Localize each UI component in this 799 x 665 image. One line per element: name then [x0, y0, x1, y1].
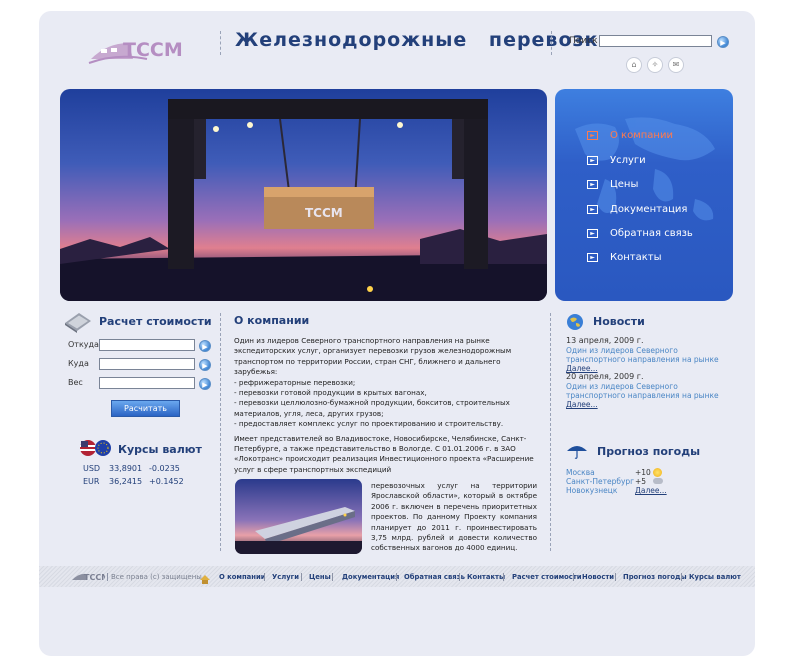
svg-text:TCCM: TCCM	[305, 206, 343, 220]
footer-link-about[interactable]: О компании	[219, 573, 266, 581]
footer-link-services[interactable]: Услуги	[272, 573, 299, 581]
footer-link-calc[interactable]: Расчет стоимости	[512, 573, 582, 581]
arrow-right-icon: ►	[587, 228, 598, 238]
search-label: Поиск	[569, 36, 598, 46]
train-photo	[235, 479, 362, 554]
about-text-continued: перевозочных услуг на территории Ярослав…	[371, 481, 537, 553]
calc-to-label: Куда	[68, 359, 89, 368]
footer-link-prices[interactable]: Цены	[309, 573, 331, 581]
footer-logo[interactable]: TCCM	[71, 569, 109, 583]
about-text: Один из лидеров Северного транспортного …	[234, 336, 534, 474]
hero-image: TCCM	[60, 89, 547, 301]
footer-separator	[396, 573, 397, 581]
calc-title: Расчет стоимости	[99, 315, 212, 328]
rates-title: Курсы валют	[118, 443, 202, 456]
calculator-icon	[63, 311, 93, 333]
footer-separator	[503, 573, 504, 581]
column-divider-right	[550, 313, 551, 551]
calculate-button[interactable]: Расчитать	[111, 400, 180, 417]
sun-icon	[653, 468, 662, 477]
weather-temp: +5	[635, 477, 647, 486]
about-title: О компании	[234, 314, 310, 327]
main-nav-panel	[555, 89, 733, 301]
news-more-link[interactable]: Далее...	[566, 400, 598, 409]
weather-more-link[interactable]: Далее...	[635, 486, 667, 495]
footer-link-feedback[interactable]: Обратная связь	[404, 573, 465, 581]
footer-separator	[301, 573, 302, 581]
train-logo-icon: TCCM	[88, 39, 183, 64]
calc-to-input[interactable]	[99, 358, 195, 370]
site-logo[interactable]: TCCM	[87, 29, 183, 71]
footer-home-icon[interactable]	[199, 570, 211, 584]
footer-link-news[interactable]: Новости	[582, 573, 614, 581]
svg-text:TCCM: TCCM	[84, 573, 105, 582]
cloud-icon	[653, 478, 663, 484]
arrow-right-icon: ►	[587, 252, 598, 262]
nav-item-feedback[interactable]: ► Обратная связь	[587, 225, 693, 241]
news-item[interactable]: Один из лидеров Северного транспортного …	[566, 382, 726, 409]
header-divider	[220, 31, 221, 55]
footer-separator	[573, 573, 574, 581]
news-date: 13 апреля, 2009 г.	[566, 336, 644, 345]
home-icon[interactable]: ⌂	[626, 57, 642, 73]
calc-to-go-button[interactable]: ▶	[199, 359, 211, 371]
sitemap-icon[interactable]: ✧	[647, 57, 663, 73]
world-map-graphic	[575, 117, 715, 221]
nav-item-about[interactable]: ► О компании	[587, 127, 673, 143]
calc-from-label: Откуда	[68, 340, 99, 349]
rate-row-eur: EUR 36,2415 +0.1452	[83, 477, 184, 486]
footer-separator	[459, 573, 460, 581]
arrow-right-icon: ►	[587, 204, 598, 214]
rate-row-usd: USD 33,8901 -0.0235	[83, 464, 180, 473]
arrow-right-icon: ►	[587, 179, 598, 189]
header-divider-right	[551, 31, 552, 55]
calc-weight-go-button[interactable]: ▶	[199, 378, 211, 390]
column-divider-left	[220, 313, 221, 551]
footer-copyright: Все права (с) защищены	[111, 573, 202, 581]
search-go-button[interactable]: ▶	[717, 36, 729, 48]
calc-from-input[interactable]	[99, 339, 195, 351]
weather-city[interactable]: Санкт-Петербург	[566, 477, 634, 486]
logo-text: TCCM	[123, 39, 182, 61]
footer-link-docs[interactable]: Документация	[342, 573, 399, 581]
umbrella-icon	[566, 443, 588, 459]
footer-separator	[681, 573, 682, 581]
weather-temp: +10	[635, 468, 651, 477]
arrow-right-icon: ►	[587, 130, 598, 140]
footer-separator	[264, 573, 265, 581]
calc-from-go-button[interactable]: ▶	[199, 340, 211, 352]
arrow-right-icon: ►	[587, 155, 598, 165]
weather-title: Прогноз погоды	[597, 445, 701, 458]
page-container: TCCM Железнодорожные перевозки Поиск ▶ ⌂…	[39, 11, 755, 656]
nav-item-prices[interactable]: ► Цены	[587, 176, 638, 192]
news-title: Новости	[593, 315, 645, 328]
globe-icon	[566, 313, 584, 331]
news-item[interactable]: Один из лидеров Северного транспортного …	[566, 346, 726, 373]
weather-city[interactable]: Новокузнецк	[566, 486, 617, 495]
footer-separator	[332, 573, 333, 581]
calc-weight-label: Вес	[68, 378, 83, 387]
footer-separator	[615, 573, 616, 581]
nav-item-docs[interactable]: ► Документация	[587, 201, 687, 217]
calc-weight-input[interactable]	[99, 377, 195, 389]
footer-link-rates[interactable]: Курсы валют	[689, 573, 741, 581]
nav-item-services[interactable]: ► Услуги	[587, 152, 646, 168]
flags-icon	[79, 439, 113, 457]
footer-separator	[107, 573, 108, 581]
site-title: Железнодорожные перевозки	[235, 29, 613, 51]
search-input[interactable]	[599, 35, 712, 47]
footer-link-contacts[interactable]: Контакты	[467, 573, 505, 581]
mail-icon[interactable]: ✉	[668, 57, 684, 73]
news-date: 20 апреля, 2009 г.	[566, 372, 644, 381]
weather-city[interactable]: Москва	[566, 468, 595, 477]
footer-link-weather[interactable]: Прогноз погоды	[623, 573, 687, 581]
nav-item-contacts[interactable]: ► Контакты	[587, 249, 661, 265]
